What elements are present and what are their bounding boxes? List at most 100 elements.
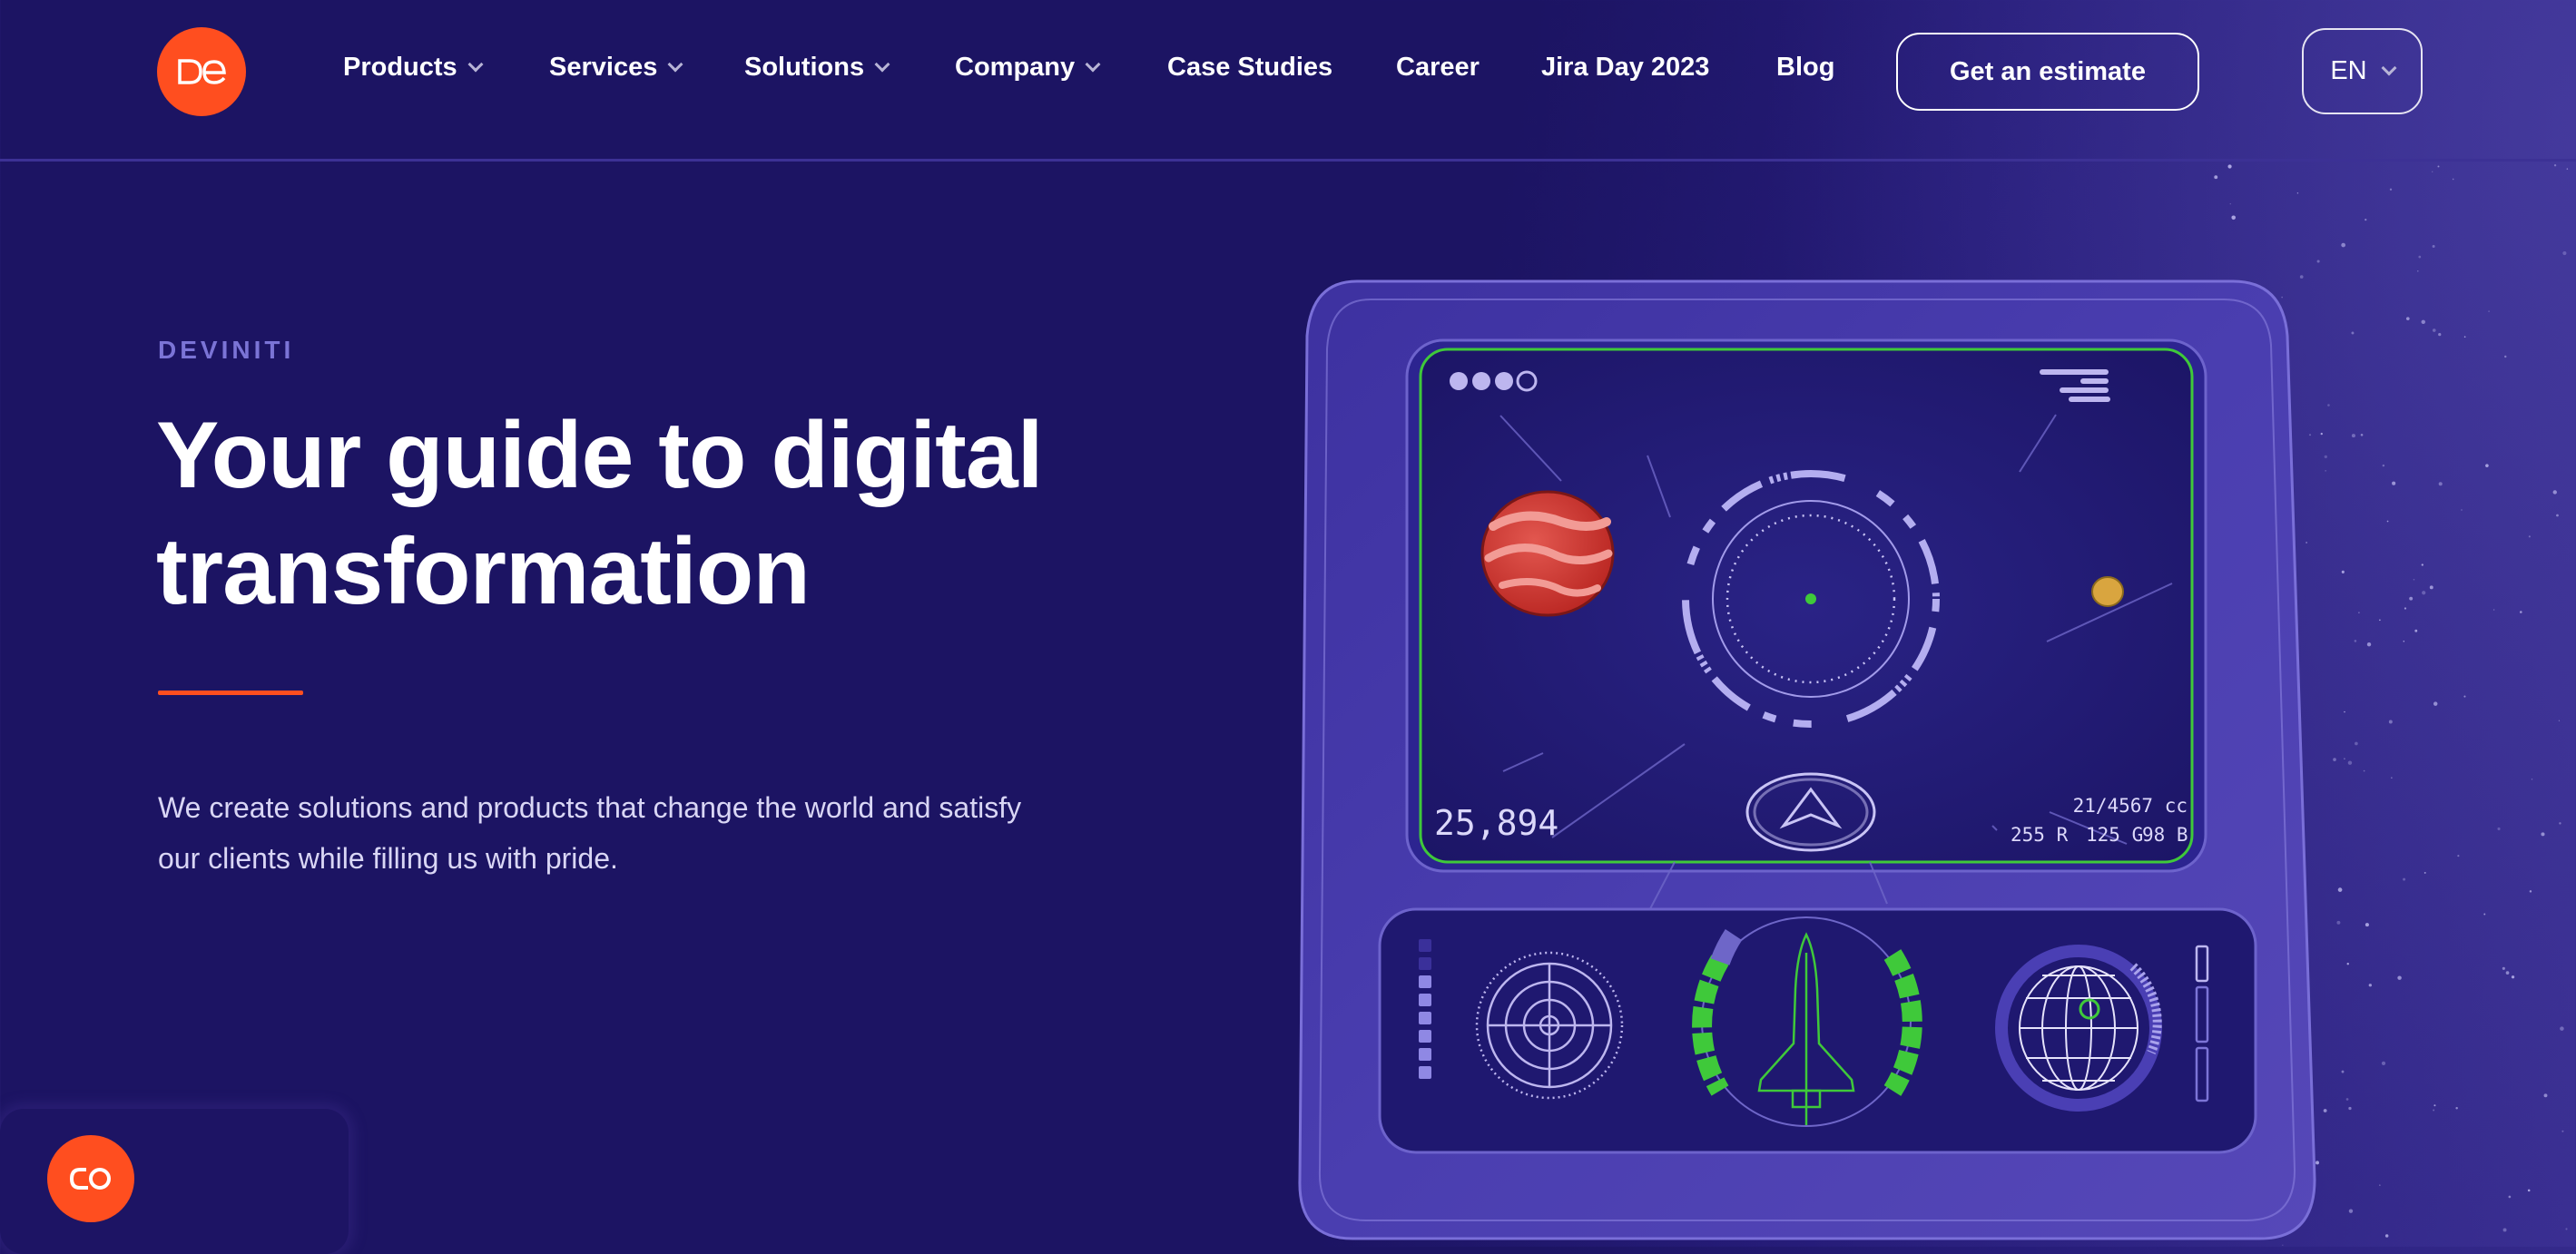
star bbox=[2379, 1184, 2381, 1186]
star bbox=[2368, 984, 2372, 987]
star bbox=[2409, 596, 2414, 601]
nav-case-studies[interactable]: Case Studies bbox=[1167, 53, 1332, 83]
chevron-down-icon bbox=[1085, 56, 1101, 72]
hero-lead: We create solutions and products that ch… bbox=[158, 782, 1202, 884]
nav-label: Solutions bbox=[744, 53, 865, 82]
nav-blog[interactable]: Blog bbox=[1776, 53, 1834, 83]
star bbox=[2531, 778, 2533, 780]
star bbox=[2414, 629, 2418, 632]
star bbox=[2421, 319, 2425, 325]
logo[interactable] bbox=[157, 27, 246, 116]
nav-label: Company bbox=[955, 53, 1076, 82]
star bbox=[2502, 1228, 2507, 1232]
star bbox=[2227, 164, 2232, 169]
star bbox=[2346, 962, 2349, 965]
nav-products[interactable]: Products bbox=[343, 53, 484, 83]
nav-jira-day[interactable]: Jira Day 2023 bbox=[1541, 53, 1709, 83]
star bbox=[2437, 165, 2440, 168]
star bbox=[2558, 720, 2561, 721]
hero-lead-line-1: We create solutions and products that ch… bbox=[158, 791, 1022, 824]
nav-label: Jira Day 2023 bbox=[1541, 53, 1710, 82]
star bbox=[2384, 1234, 2389, 1238]
hud-rgb-b: 98 B bbox=[2142, 824, 2188, 846]
hud-rgb-g: 125 G bbox=[2086, 824, 2143, 846]
yellow-planet bbox=[2091, 576, 2124, 607]
star bbox=[2566, 168, 2569, 170]
language-selector[interactable]: EN bbox=[2302, 28, 2423, 114]
star bbox=[2438, 333, 2442, 337]
star bbox=[2452, 178, 2454, 181]
chevron-down-icon bbox=[874, 56, 890, 72]
star bbox=[2386, 520, 2389, 523]
star bbox=[2463, 695, 2466, 698]
star bbox=[2351, 434, 2355, 438]
star bbox=[2418, 255, 2422, 259]
nav-services[interactable]: Services bbox=[549, 53, 683, 83]
star bbox=[2529, 890, 2532, 893]
hero-lead-line-2: our clients while filling us with pride. bbox=[158, 842, 618, 875]
accent-divider bbox=[158, 691, 303, 695]
star bbox=[2541, 832, 2545, 837]
star bbox=[2391, 777, 2393, 779]
star bbox=[2433, 1109, 2435, 1112]
site-header: Products Services Solutions Company Case… bbox=[0, 0, 2576, 162]
star bbox=[2432, 244, 2435, 248]
star bbox=[2504, 355, 2507, 358]
star bbox=[2508, 1195, 2512, 1199]
hud-counter: 25,894 bbox=[1434, 803, 1558, 843]
star bbox=[2397, 975, 2402, 980]
star bbox=[2505, 971, 2510, 975]
star bbox=[2347, 760, 2353, 765]
star bbox=[2360, 433, 2364, 436]
star bbox=[2422, 591, 2426, 595]
star bbox=[2438, 482, 2443, 486]
get-estimate-button[interactable]: Get an estimate bbox=[1896, 33, 2199, 111]
hud-rgb-r: 255 R bbox=[2011, 824, 2069, 846]
hud-volume: 21/4567 cc bbox=[2073, 795, 2188, 817]
nav-company[interactable]: Company bbox=[955, 53, 1101, 83]
chevron-down-icon bbox=[2381, 60, 2397, 75]
language-label: EN bbox=[2330, 56, 2367, 85]
star bbox=[2214, 175, 2218, 180]
star bbox=[2561, 1130, 2564, 1132]
star bbox=[2483, 913, 2486, 916]
chevron-down-icon bbox=[467, 56, 484, 72]
chat-open-button[interactable] bbox=[47, 1135, 134, 1222]
hero-title-line-2: transformation bbox=[156, 519, 811, 624]
star bbox=[2348, 1209, 2354, 1213]
star bbox=[2351, 331, 2355, 335]
star bbox=[2429, 585, 2433, 590]
star bbox=[2424, 871, 2426, 874]
star bbox=[2562, 250, 2567, 256]
hero-eyebrow: DEVINITI bbox=[158, 336, 295, 364]
star bbox=[2560, 1026, 2564, 1031]
red-planet bbox=[1480, 490, 1615, 617]
deviniti-logo-icon bbox=[178, 59, 226, 84]
star bbox=[2433, 701, 2438, 706]
star bbox=[2392, 481, 2396, 485]
nav-label: Products bbox=[343, 53, 457, 82]
star bbox=[2404, 607, 2407, 610]
star bbox=[2502, 966, 2505, 970]
star bbox=[2403, 877, 2406, 881]
star bbox=[2553, 164, 2557, 167]
star bbox=[2520, 611, 2522, 613]
star bbox=[2344, 710, 2345, 713]
star bbox=[2344, 758, 2345, 759]
chevron-down-icon bbox=[667, 56, 683, 72]
star bbox=[2528, 535, 2531, 538]
nav-label: Case Studies bbox=[1167, 53, 1333, 82]
hud-device-illustration: 25,894 21/4567 cc 255 R 125 G 98 B bbox=[1298, 279, 2316, 1240]
star bbox=[2337, 887, 2343, 892]
star bbox=[2365, 923, 2369, 927]
star bbox=[2543, 1093, 2548, 1098]
star bbox=[2552, 490, 2557, 495]
star bbox=[2492, 609, 2495, 611]
star bbox=[2432, 328, 2436, 332]
star bbox=[2341, 1070, 2345, 1073]
star bbox=[2296, 192, 2299, 194]
nav-career[interactable]: Career bbox=[1396, 53, 1480, 83]
nav-solutions[interactable]: Solutions bbox=[744, 53, 890, 83]
star bbox=[2355, 741, 2358, 746]
star bbox=[2336, 920, 2341, 925]
